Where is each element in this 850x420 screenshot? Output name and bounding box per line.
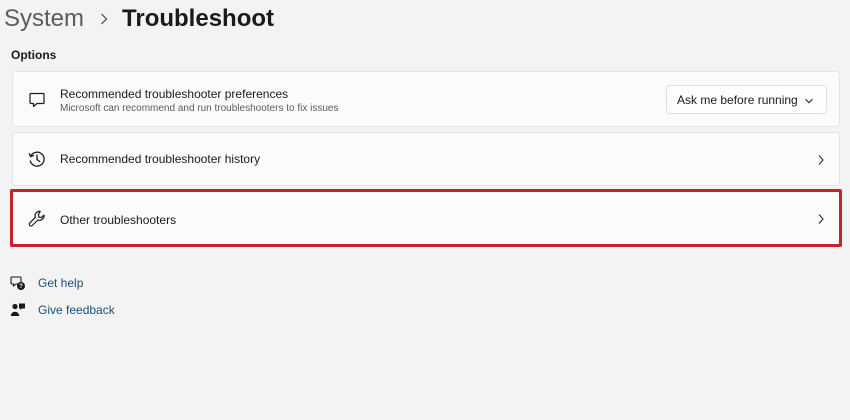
history-card[interactable]: Recommended troubleshooter history xyxy=(12,132,840,186)
history-icon xyxy=(27,149,47,169)
page-title: Troubleshoot xyxy=(122,5,275,32)
preferences-text: Recommended troubleshooter preferences M… xyxy=(60,87,338,115)
chat-bubble-icon xyxy=(27,90,47,110)
preferences-title: Recommended troubleshooter preferences xyxy=(60,87,289,101)
wrench-icon xyxy=(27,209,47,229)
preferences-card: Recommended troubleshooter preferences M… xyxy=(12,71,840,127)
get-help-link[interactable]: ? Get help xyxy=(10,274,83,292)
chevron-right-icon xyxy=(100,13,108,25)
other-troubleshooters-card[interactable]: Other troubleshooters xyxy=(12,191,840,245)
chevron-right-icon xyxy=(817,153,825,165)
breadcrumb-system[interactable]: System xyxy=(4,2,84,36)
history-text: Recommended troubleshooter history xyxy=(60,152,260,167)
other-troubleshooters-text: Other troubleshooters xyxy=(60,213,176,228)
section-title-options: Options xyxy=(11,48,57,62)
run-preference-value: Ask me before running xyxy=(677,92,798,107)
breadcrumb: System Troubleshoot xyxy=(4,2,274,36)
svg-text:?: ? xyxy=(19,284,23,290)
feedback-icon xyxy=(10,302,26,318)
give-feedback-label: Give feedback xyxy=(38,303,115,317)
get-help-label: Get help xyxy=(38,276,84,290)
other-troubleshooters-title: Other troubleshooters xyxy=(60,213,177,227)
history-title: Recommended troubleshooter history xyxy=(60,152,261,166)
help-icon: ? xyxy=(10,275,26,291)
chevron-right-icon xyxy=(817,212,825,224)
give-feedback-link[interactable]: Give feedback xyxy=(10,301,115,319)
run-preference-dropdown[interactable]: Ask me before running xyxy=(666,85,827,114)
preferences-subtitle: Microsoft can recommend and run troubles… xyxy=(60,103,339,114)
chevron-down-icon xyxy=(804,95,814,105)
